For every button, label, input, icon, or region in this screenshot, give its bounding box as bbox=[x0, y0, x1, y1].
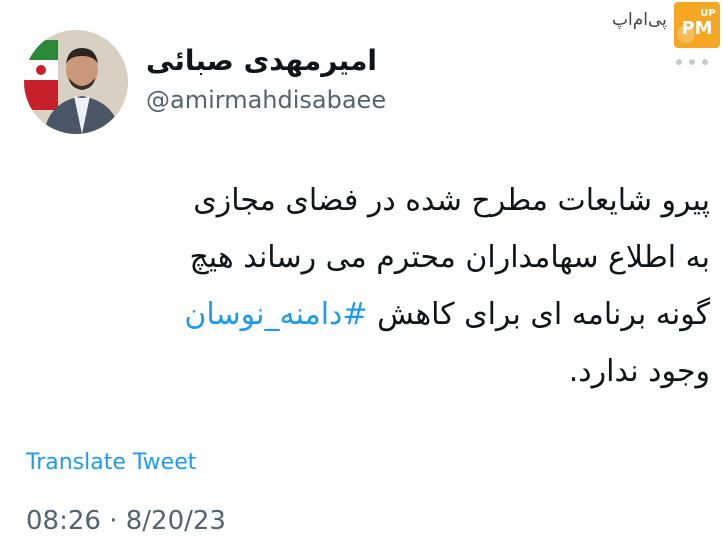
dot bbox=[689, 59, 695, 65]
avatar[interactable] bbox=[24, 30, 128, 134]
svg-text:PM: PM bbox=[681, 18, 712, 39]
watermark-text: پی‌ام‌اپ bbox=[612, 10, 667, 30]
svg-text:UP: UP bbox=[700, 8, 715, 19]
translate-tweet-link[interactable]: Translate Tweet bbox=[26, 450, 196, 475]
watermark-badge-icon: PM UP bbox=[674, 2, 720, 48]
tweet-line: به اطلاع سهامداران محترم می رساند هیچ bbox=[189, 240, 710, 275]
more-dots-icon[interactable] bbox=[672, 52, 712, 72]
author-handle[interactable]: @amirmahdisabaee bbox=[146, 86, 386, 114]
tweet-line: وجود ندارد. bbox=[568, 354, 710, 389]
tweet-timestamp[interactable]: 08:26 · 8/20/23 bbox=[26, 506, 226, 536]
dot bbox=[702, 59, 708, 65]
author-display-name[interactable]: امیرمهدی صبائی bbox=[146, 44, 377, 77]
tweet-body: پیرو شایعات مطرح شده در فضای مجازی به اط… bbox=[40, 172, 710, 400]
profile-photo-icon bbox=[24, 30, 128, 134]
watermark-logo: پی‌ام‌اپ PM UP bbox=[612, 2, 720, 50]
tweet-line: گونه برنامه ای برای کاهش #دامنه_نوسان bbox=[40, 286, 710, 343]
tweet-line: پیرو شایعات مطرح شده در فضای مجازی bbox=[193, 183, 710, 218]
tweet-card: امیرمهدی صبائی @amirmahdisabaee پی‌ام‌اپ… bbox=[0, 0, 723, 554]
tweet-line-text: گونه برنامه ای برای کاهش bbox=[367, 297, 710, 332]
dot bbox=[676, 59, 682, 65]
hashtag-link[interactable]: #دامنه_نوسان bbox=[184, 297, 367, 332]
